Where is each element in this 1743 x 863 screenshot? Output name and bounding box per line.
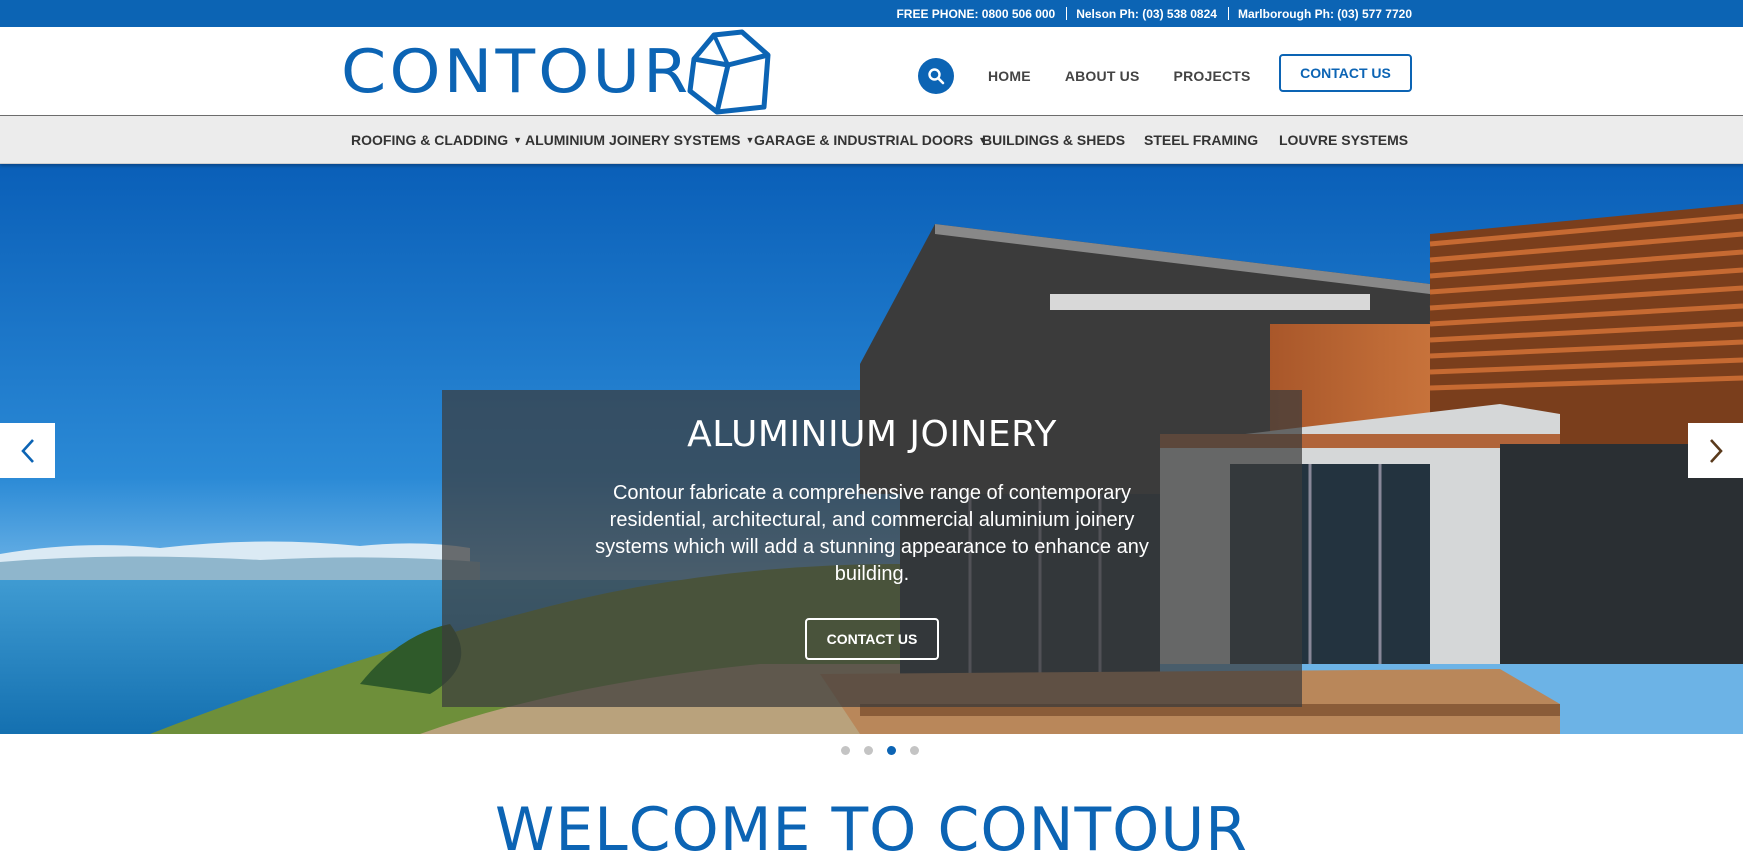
hero-caption: ALUMINIUM JOINERY Contour fabricate a co… [442,390,1302,707]
free-phone-link[interactable]: FREE PHONE: 0800 506 000 [896,7,1055,21]
welcome-heading: WELCOME TO CONTOUR [495,795,1248,863]
logo-text: CONTOUR [341,37,692,107]
contour-logo[interactable]: CONTOUR [341,29,771,115]
subnav-aluminium-joinery[interactable]: ALUMINIUM JOINERY SYSTEMS ▼ [525,116,754,164]
subnav-label: BUILDINGS & SHEDS [982,132,1126,148]
nelson-phone-link[interactable]: Nelson Ph: (03) 538 0824 [1076,7,1217,21]
top-contact-bar: FREE PHONE: 0800 506 000 Nelson Ph: (03)… [0,0,1743,27]
search-button[interactable] [918,58,954,94]
chevron-left-icon [20,438,34,463]
site-header: CONTOUR HOME ABOUT US PROJECTS CONTACT U… [0,27,1743,116]
caret-down-icon: ▼ [513,135,523,145]
subnav-steel-framing[interactable]: STEEL FRAMING [1144,116,1258,164]
slide-dot-3[interactable] [887,746,896,755]
slide-dot-1[interactable] [841,746,850,755]
hero-slider: ALUMINIUM JOINERY Contour fabricate a co… [0,164,1743,734]
slider-pagination [841,746,933,755]
slide-dot-2[interactable] [864,746,873,755]
subnav-label: STEEL FRAMING [1144,132,1259,148]
slider-prev-button[interactable] [0,423,55,478]
subnav-label: GARAGE & INDUSTRIAL DOORS [754,132,974,148]
chevron-right-icon [1709,438,1723,463]
nav-about-us[interactable]: ABOUT US [1065,68,1140,84]
nav-projects[interactable]: PROJECTS [1174,68,1251,84]
phone-numbers: FREE PHONE: 0800 506 000 Nelson Ph: (03)… [896,0,1412,27]
product-nav: ROOFING & CLADDING ▼ ALUMINIUM JOINERY S… [0,116,1743,164]
search-icon [928,68,945,85]
separator [1066,7,1068,20]
slide-dot-4[interactable] [910,746,919,755]
hero-contact-button[interactable]: CONTACT US [805,618,939,660]
hero-description: Contour fabricate a comprehensive range … [595,482,1149,585]
marlborough-phone-link[interactable]: Marlborough Ph: (03) 577 7720 [1238,7,1412,21]
subnav-buildings-sheds[interactable]: BUILDINGS & SHEDS [982,116,1125,164]
hero-title: ALUMINIUM JOINERY [687,414,1057,455]
subnav-label: LOUVRE SYSTEMS [1279,132,1409,148]
subnav-roofing-cladding[interactable]: ROOFING & CLADDING ▼ [351,116,522,164]
header-contact-button[interactable]: CONTACT US [1279,54,1412,92]
subnav-garage-industrial-doors[interactable]: GARAGE & INDUSTRIAL DOORS ▼ [754,116,987,164]
subnav-label: ROOFING & CLADDING [351,132,509,148]
main-nav: HOME ABOUT US PROJECTS [988,60,1285,92]
slider-next-button[interactable] [1688,423,1743,478]
subnav-label: ALUMINIUM JOINERY SYSTEMS [525,132,741,148]
subnav-louvre-systems[interactable]: LOUVRE SYSTEMS [1279,116,1408,164]
cube-outline-icon [687,29,771,115]
separator [1227,7,1229,20]
nav-home[interactable]: HOME [988,68,1031,84]
